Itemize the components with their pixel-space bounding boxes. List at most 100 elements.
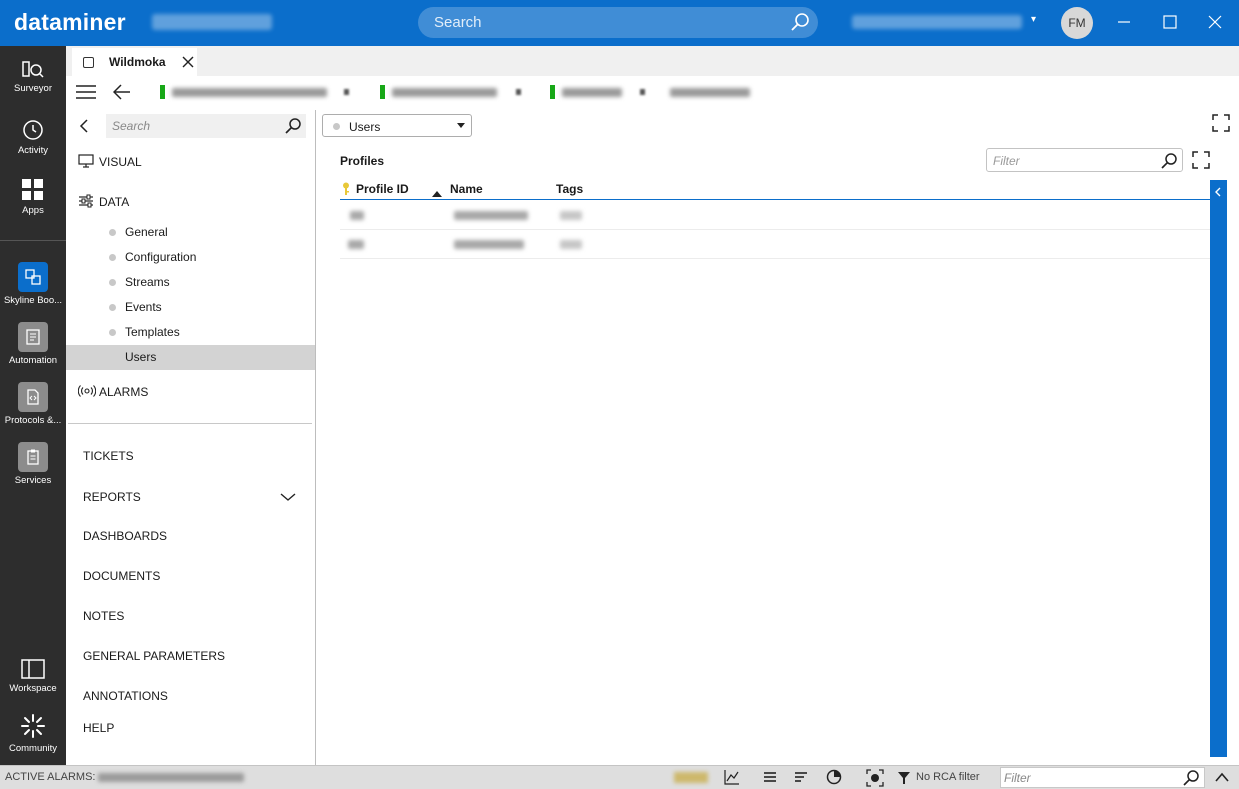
funnel-filter-icon[interactable]: [897, 771, 911, 788]
sort-lines-icon[interactable]: [793, 769, 809, 788]
tree-item-label: Configuration: [125, 250, 197, 264]
rail-label: Workspace: [9, 683, 57, 694]
rail-item-automation[interactable]: Automation: [0, 322, 66, 366]
rail-label: Automation: [8, 355, 58, 366]
tree-search-input[interactable]: Search: [106, 114, 306, 138]
table-filter-input[interactable]: Filter: [986, 148, 1183, 172]
rail-item-skyline-booking[interactable]: Skyline Boo...: [0, 262, 66, 306]
rail-item-surveyor[interactable]: Surveyor: [0, 60, 66, 94]
cell-name-blurred: [454, 211, 528, 220]
rail-item-workspace[interactable]: Workspace: [0, 658, 66, 694]
app-rail: Surveyor Activity Apps Skyline Boo... Au…: [0, 46, 66, 765]
filter-placeholder: Filter: [1004, 771, 1031, 785]
global-search-input[interactable]: Search: [418, 7, 818, 38]
column-header-tags[interactable]: Tags: [556, 182, 583, 196]
search-icon[interactable]: [790, 12, 810, 35]
tree-item-label: Users: [125, 350, 157, 364]
user-info-blurred[interactable]: [852, 15, 1022, 29]
close-window-button[interactable]: [1201, 8, 1229, 36]
collapse-panel-icon[interactable]: [78, 118, 90, 137]
skyline-booking-icon: [18, 262, 48, 292]
menu-item-help[interactable]: HELP: [83, 721, 114, 735]
status-indicator: [160, 85, 165, 99]
back-arrow-icon[interactable]: [112, 84, 131, 103]
breadcrumb-item-1[interactable]: [160, 85, 360, 99]
close-tab-icon[interactable]: [182, 56, 194, 71]
tree-item-streams[interactable]: Streams: [66, 270, 315, 295]
search-placeholder: Search: [434, 14, 482, 31]
details-side-tab[interactable]: [1210, 180, 1227, 757]
search-icon[interactable]: [1160, 152, 1178, 173]
sort-ascending-icon[interactable]: [432, 186, 442, 200]
column-header-name[interactable]: Name: [450, 182, 483, 196]
tab-wildmoka[interactable]: Wildmoka: [72, 48, 197, 76]
rail-label: Skyline Boo...: [3, 295, 63, 306]
minimize-button[interactable]: [1110, 8, 1138, 36]
search-icon[interactable]: [1182, 769, 1200, 789]
breadcrumb-dropdown-icon[interactable]: [640, 89, 645, 95]
tab-checkbox-icon[interactable]: [83, 57, 94, 68]
breadcrumb-dropdown-icon[interactable]: [344, 89, 349, 95]
tree-item-configuration[interactable]: Configuration: [66, 245, 315, 270]
rail-label: Community: [8, 743, 58, 754]
cell-profile-id-blurred: [350, 211, 364, 220]
menu-item-dashboards[interactable]: DASHBOARDS: [83, 529, 167, 543]
cell-tags-blurred: [560, 211, 582, 220]
column-header-profile-id[interactable]: Profile ID: [356, 182, 409, 196]
tree-section-visual[interactable]: VISUAL: [78, 154, 178, 170]
breadcrumb-dropdown-icon[interactable]: [516, 89, 521, 95]
bullet-icon: [109, 329, 116, 336]
status-indicator: [550, 85, 555, 99]
cell-tags-blurred: [560, 240, 582, 249]
tree-section-data[interactable]: DATA: [78, 194, 178, 210]
list-view-icon[interactable]: [762, 769, 778, 788]
avatar[interactable]: FM: [1061, 7, 1093, 39]
chevron-down-icon[interactable]: [280, 491, 296, 505]
rail-item-activity[interactable]: Activity: [0, 118, 66, 156]
maximize-button[interactable]: [1156, 8, 1184, 36]
active-alarms-count-blurred[interactable]: [98, 773, 244, 782]
table-row[interactable]: [340, 201, 1210, 230]
chevron-left-icon: [1215, 187, 1221, 197]
breadcrumb-item-3[interactable]: [550, 85, 650, 99]
menu-item-tickets[interactable]: TICKETS: [83, 449, 134, 463]
breadcrumb-item-2[interactable]: [380, 85, 530, 99]
tree-item-general[interactable]: General: [66, 220, 315, 245]
navigation-tree: Search VISUAL DATA General Configuration…: [66, 110, 315, 765]
breadcrumb-item-4[interactable]: [658, 85, 758, 99]
hamburger-menu-icon[interactable]: [76, 84, 96, 103]
rail-item-protocols[interactable]: Protocols &...: [0, 382, 66, 426]
tree-item-templates[interactable]: Templates: [66, 320, 315, 345]
trend-icon[interactable]: [724, 769, 740, 788]
filter-placeholder: Filter: [993, 154, 1020, 168]
main-content: Users Profiles Filter Profile ID Name Ta…: [316, 110, 1239, 765]
search-icon[interactable]: [284, 117, 302, 138]
menu-item-annotations[interactable]: ANNOTATIONS: [83, 689, 168, 703]
menu-item-reports[interactable]: REPORTS: [83, 490, 141, 504]
rca-filter-label[interactable]: No RCA filter: [916, 771, 980, 783]
rail-item-community[interactable]: Community: [0, 712, 66, 754]
fullscreen-icon[interactable]: [1192, 151, 1210, 172]
user-menu-caret-icon[interactable]: ▾: [1031, 14, 1036, 25]
fullscreen-icon[interactable]: [1212, 114, 1230, 135]
menu-item-general-parameters[interactable]: GENERAL PARAMETERS: [83, 649, 225, 663]
alarm-filter-input[interactable]: Filter: [1000, 767, 1205, 788]
rail-item-services[interactable]: Services: [0, 442, 66, 486]
tree-item-events[interactable]: Events: [66, 295, 315, 320]
chevron-up-icon[interactable]: [1214, 771, 1230, 786]
bullet-icon: [333, 123, 340, 130]
alarm-severity-indicator[interactable]: [674, 772, 708, 783]
data-page-select[interactable]: Users: [322, 114, 472, 137]
tree-section-label: VISUAL: [99, 155, 142, 169]
tree-section-alarms[interactable]: ALARMS: [78, 384, 178, 400]
brand-logo: dataminer: [14, 9, 126, 35]
table-row[interactable]: [340, 230, 1210, 259]
status-indicator: [380, 85, 385, 99]
title-bar: dataminer Search ▾ FM: [0, 0, 1239, 46]
rail-item-apps[interactable]: Apps: [0, 178, 66, 216]
menu-item-documents[interactable]: DOCUMENTS: [83, 569, 160, 583]
pie-chart-icon[interactable]: [826, 769, 842, 788]
tree-item-users[interactable]: Users: [66, 345, 315, 370]
rca-focus-icon[interactable]: [866, 769, 884, 789]
menu-item-notes[interactable]: NOTES: [83, 609, 124, 623]
